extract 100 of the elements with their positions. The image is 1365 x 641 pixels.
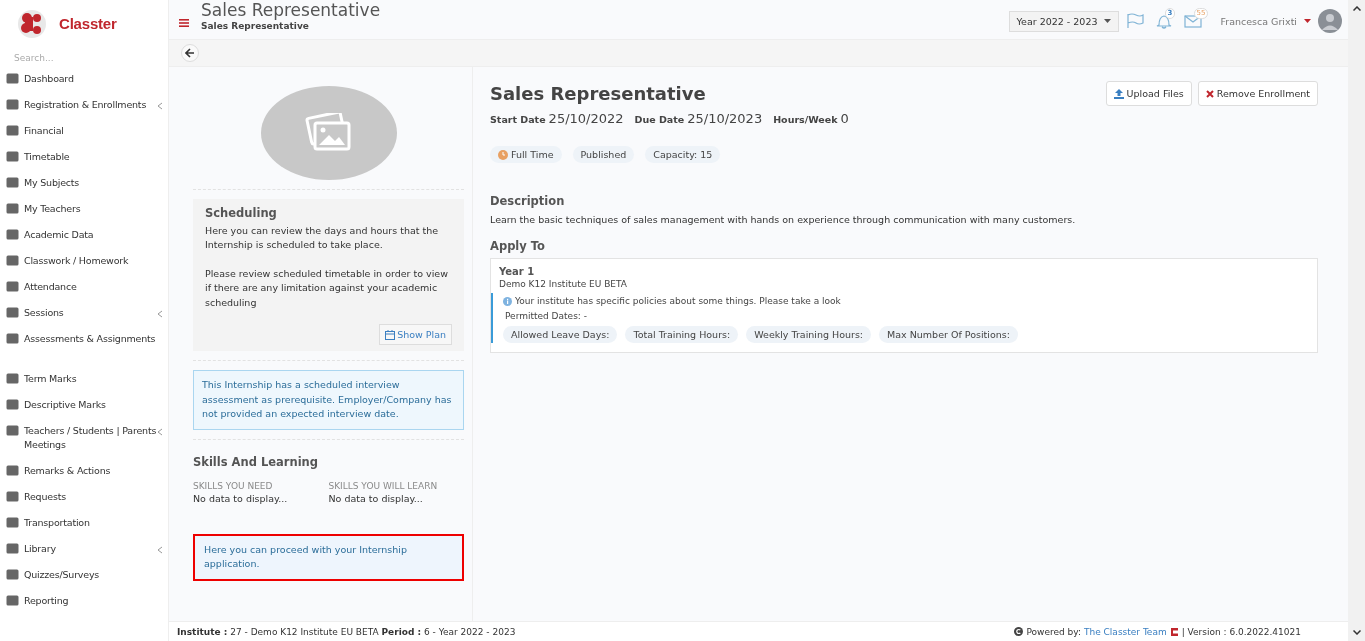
arrow-left-icon [185,48,195,58]
job-title: Sales Representative [490,83,706,104]
field-value: 25/10/2022 [548,111,624,126]
sidebar-item[interactable]: Term Marks [0,372,168,398]
calendar-icon [385,329,396,340]
field-label: Start Date [490,114,546,125]
column-heading: SKILLS YOU WILL LEARN [328,480,439,491]
menu-item-icon [6,73,19,84]
status-text: Institute : 27 - Demo K12 Institute EU BETA Period : 6 - Year 2022 - 2023 [177,626,516,637]
menu-item-icon [6,177,19,188]
caret-icon [1304,19,1311,23]
sidebar-item[interactable]: Requests [0,490,168,516]
section-title: Scheduling [205,206,278,221]
tag: Published [572,146,635,163]
sidebar-item[interactable]: Teachers / Students | Parents Meetings [0,424,168,464]
team-link[interactable]: The Classter Team [1084,626,1167,637]
upload-icon [1113,88,1124,99]
sidebar-item[interactable]: Financial [0,124,168,150]
upload-files-button[interactable]: Upload Files [1105,81,1192,106]
sidebar-item[interactable]: Registration & Enrollments [0,98,168,124]
paragraph: Please review scheduled timetable in order to view if there are any limitation against your academic scheduling [205,266,449,310]
pictures-icon [304,113,353,153]
permitted-dates: Permitted Dates: - [505,311,588,321]
logo-icon [17,8,47,39]
tag: Allowed Leave Days: [503,326,618,343]
tag: Total Training Hours: [625,326,739,343]
caret-icon [1103,19,1111,23]
institute-name: Demo K12 Institute EU BETA [499,279,628,289]
show-plan-button[interactable]: Show Plan [379,324,452,345]
sidebar-item[interactable]: My Teachers [0,202,168,228]
sidebar-item[interactable]: Classwork / Homework [0,254,168,280]
user-name[interactable]: Francesca Grixti [1220,15,1297,27]
info-alert: This Internship has a scheduled interview assessment as prerequisite. Employer/Company has not provided an expected interview date. [193,370,464,430]
info-text: Your institute has specific policies about some things. Please take a look [515,296,841,306]
field-label: Due Date [634,114,685,125]
sidebar-item[interactable]: Sessions [0,306,168,332]
sidebar-item[interactable]: Reporting [0,594,168,620]
menu-item-icon [6,203,19,214]
section-title: Apply To [490,239,547,253]
page-title: Sales Representative [201,0,381,21]
menu-item-icon [6,255,19,266]
tag: Capacity: 15 [645,146,721,163]
back-button[interactable] [181,44,199,62]
tag: Max Number Of Positions: [879,326,1018,343]
field-value: 25/10/2023 [687,111,763,126]
sidebar-item[interactable]: Attendance [0,280,168,306]
tag: Weekly Training Hours: [746,326,872,343]
info-alert: Here you can proceed with your Internship application. [193,533,464,581]
menu-item-icon [6,307,19,318]
envelope-icon [1183,13,1202,29]
close-icon [1205,89,1214,98]
chevron-down-icon [1352,630,1361,635]
year-dropdown[interactable]: Year 2022 - 2023 [1008,10,1119,32]
brand-name: Classter [59,15,117,32]
empty-message: No data to display... [193,492,289,504]
menu-item-icon [6,151,19,162]
menu-icon[interactable] [179,18,189,28]
menu-item-icon [6,125,19,136]
sidebar-item[interactable]: Descriptive Marks [0,398,168,424]
menu-item-icon [6,281,19,292]
copyright-icon [1014,627,1024,636]
version-text: | Version : 6.0.2022.41021 [1181,626,1301,637]
year-label: Year 1 [499,266,536,277]
menu-item-icon [6,569,19,580]
menu-item-icon [6,99,19,110]
clock-icon [498,149,508,160]
menu-item-icon [6,399,19,410]
column-heading: SKILLS YOU NEED [193,480,274,491]
sidebar-item[interactable]: Timetable [0,150,168,176]
sidebar-item[interactable]: Library [0,542,168,568]
menu-item-icon [6,229,19,240]
menu-item-icon [6,491,19,502]
scrollbar[interactable] [1348,0,1365,641]
sidebar-item[interactable]: Academic Data [0,228,168,254]
empty-message: No data to display... [328,492,424,504]
remove-enrollment-button[interactable]: Remove Enrollment [1197,81,1318,106]
powered-label: Powered by: [1026,626,1081,637]
section-title: Description [490,194,566,208]
logo-icon [1169,626,1179,637]
section-title: Skills And Learning [193,454,320,469]
paragraph: Here you can review the days and hours that the Internship is scheduled to take place. [205,223,440,252]
menu-item-icon [6,543,19,554]
sidebar-item[interactable]: My Subjects [0,176,168,202]
bell-icon [1154,13,1173,29]
menu-item-icon [6,465,19,476]
sidebar-item[interactable]: Assessments & Assignments [0,332,168,372]
field-label: Hours/Week [773,114,838,125]
description-text: Learn the basic techniques of sales management with hands on experience through communication with many customers. [490,214,1077,225]
menu-item-icon [6,595,19,606]
sidebar-item[interactable]: Transportation [0,516,168,542]
avatar [1318,9,1342,33]
flag-icon [1125,13,1144,29]
sidebar-item[interactable]: Remarks & Actions [0,464,168,490]
info-icon [503,296,512,306]
menu-item-icon [6,517,19,528]
chevron-up-icon [1352,6,1361,11]
sidebar-item[interactable]: Dashboard [0,72,168,98]
page-subtitle: Sales Representative [201,21,310,31]
menu-item-icon [6,333,19,344]
sidebar-item[interactable]: Quizzes/Surveys [0,568,168,594]
